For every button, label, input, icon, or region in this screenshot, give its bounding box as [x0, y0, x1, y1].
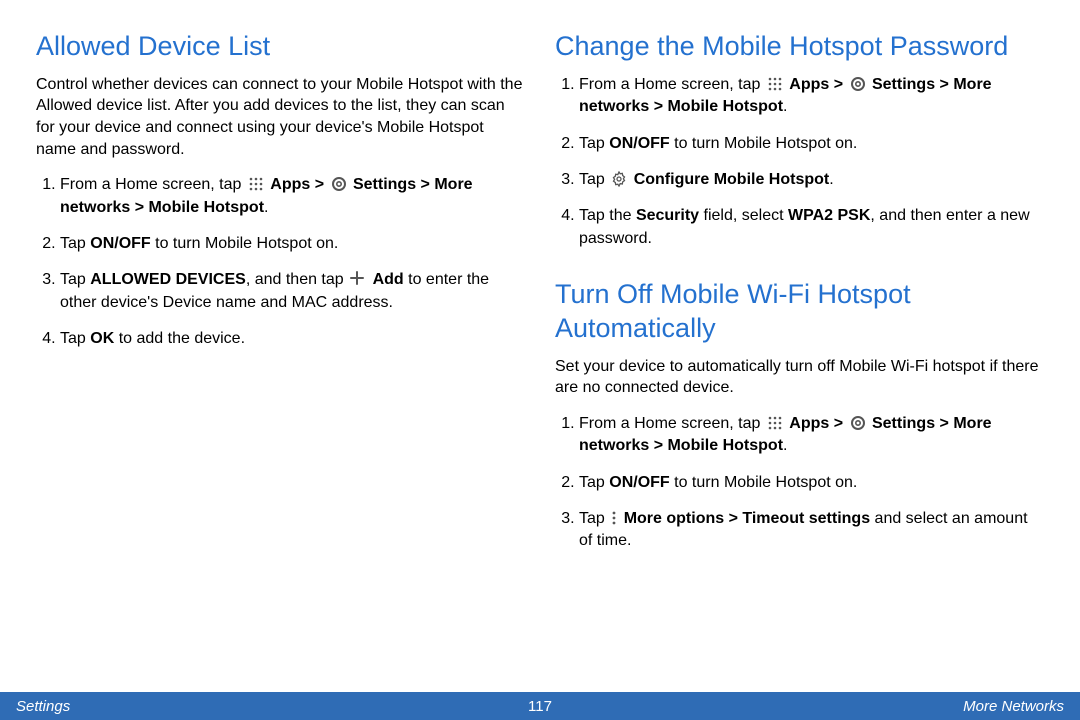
add-label: Add — [373, 271, 404, 288]
step-text: Tap — [579, 474, 609, 491]
steps-list: From a Home screen, tap Apps > Settings … — [555, 413, 1044, 553]
step-text: . — [264, 199, 268, 216]
step-text: Tap — [60, 330, 90, 347]
footer-page-number: 117 — [0, 698, 1080, 715]
apps-label: Apps > — [789, 76, 847, 93]
step-text: . — [829, 171, 833, 188]
step-text: Tap — [579, 171, 609, 188]
step-item: Tap OK to add the device. — [60, 328, 525, 350]
wpa2-label: WPA2 PSK — [788, 207, 870, 224]
step-text: From a Home screen, tap — [579, 76, 765, 93]
settings-gear-icon — [850, 415, 866, 431]
apps-label: Apps > — [789, 415, 847, 432]
content-columns: Allowed Device List Control whether devi… — [0, 0, 1080, 567]
onoff-label: ON/OFF — [90, 235, 150, 252]
left-column: Allowed Device List Control whether devi… — [36, 30, 525, 567]
step-text: Tap — [579, 135, 609, 152]
step-text: field, select — [699, 207, 788, 224]
security-label: Security — [636, 207, 699, 224]
page-footer: Settings 117 More Networks — [0, 692, 1080, 720]
step-item: From a Home screen, tap Apps > Settings … — [579, 74, 1044, 119]
step-text: Tap the — [579, 207, 636, 224]
apps-label: Apps > — [270, 176, 328, 193]
step-text: to add the device. — [114, 330, 245, 347]
step-text: From a Home screen, tap — [60, 176, 246, 193]
plus-icon — [350, 271, 366, 287]
apps-grid-icon — [248, 176, 264, 192]
step-text: Tap — [60, 271, 90, 288]
step-item: Tap ON/OFF to turn Mobile Hotspot on. — [579, 472, 1044, 494]
step-item: From a Home screen, tap Apps > Settings … — [60, 174, 525, 219]
settings-gear-icon — [850, 76, 866, 92]
settings-gear-icon — [331, 176, 347, 192]
section-intro: Control whether devices can connect to y… — [36, 74, 525, 160]
steps-list: From a Home screen, tap Apps > Settings … — [36, 174, 525, 350]
steps-list: From a Home screen, tap Apps > Settings … — [555, 74, 1044, 250]
step-item: Tap ON/OFF to turn Mobile Hotspot on. — [579, 133, 1044, 155]
step-text: to turn Mobile Hotspot on. — [151, 235, 339, 252]
step-text: From a Home screen, tap — [579, 415, 765, 432]
manual-page: Allowed Device List Control whether devi… — [0, 0, 1080, 720]
more-options-label: More options > Timeout settings — [624, 510, 870, 527]
step-item: Tap Configure Mobile Hotspot. — [579, 169, 1044, 191]
gear-icon — [611, 171, 627, 187]
more-options-icon — [611, 510, 617, 526]
step-text: . — [783, 437, 787, 454]
step-text: Tap — [579, 510, 609, 527]
section-intro: Set your device to automatically turn of… — [555, 356, 1044, 399]
onoff-label: ON/OFF — [609, 135, 669, 152]
onoff-label: ON/OFF — [609, 474, 669, 491]
step-text: to turn Mobile Hotspot on. — [670, 474, 858, 491]
allowed-devices-label: ALLOWED DEVICES — [90, 271, 246, 288]
section-title-change-password: Change the Mobile Hotspot Password — [555, 30, 1044, 64]
step-item: Tap More options > Timeout settings and … — [579, 508, 1044, 553]
configure-label: Configure Mobile Hotspot — [634, 171, 830, 188]
apps-grid-icon — [767, 415, 783, 431]
step-item: Tap ON/OFF to turn Mobile Hotspot on. — [60, 233, 525, 255]
section-title-allowed-device-list: Allowed Device List — [36, 30, 525, 64]
right-column: Change the Mobile Hotspot Password From … — [555, 30, 1044, 567]
apps-grid-icon — [767, 76, 783, 92]
step-text: . — [783, 98, 787, 115]
step-text: Tap — [60, 235, 90, 252]
step-text: , and then tap — [246, 271, 348, 288]
step-item: Tap the Security field, select WPA2 PSK,… — [579, 205, 1044, 250]
ok-label: OK — [90, 330, 114, 347]
step-item: From a Home screen, tap Apps > Settings … — [579, 413, 1044, 458]
step-text: to turn Mobile Hotspot on. — [670, 135, 858, 152]
step-item: Tap ALLOWED DEVICES, and then tap Add to… — [60, 269, 525, 314]
section-title-turnoff-auto: Turn Off Mobile Wi-Fi Hotspot Automatica… — [555, 278, 1044, 346]
